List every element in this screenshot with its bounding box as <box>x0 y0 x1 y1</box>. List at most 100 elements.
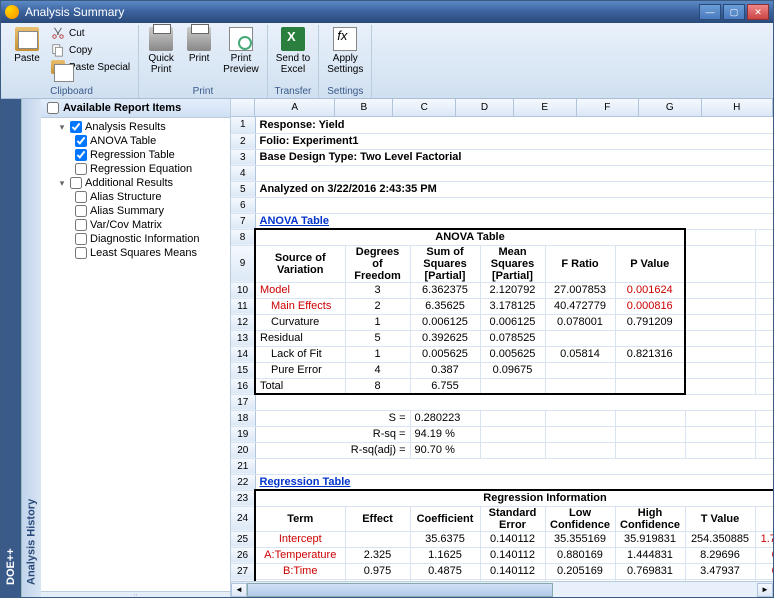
cell[interactable]: 0.005625 <box>410 346 480 362</box>
cell[interactable]: 6.755 <box>410 378 480 394</box>
cell[interactable] <box>345 531 410 547</box>
cell[interactable]: 0.140112 <box>480 531 545 547</box>
close-button[interactable]: ✕ <box>747 4 769 20</box>
cell[interactable]: 6.35625 <box>410 298 480 314</box>
cell[interactable]: 0.006125 <box>480 314 545 330</box>
cell[interactable] <box>685 245 755 282</box>
row-header[interactable]: 25 <box>231 531 255 547</box>
cell[interactable] <box>545 442 615 458</box>
cell[interactable] <box>685 314 755 330</box>
cell[interactable] <box>345 579 410 581</box>
cell[interactable] <box>255 458 773 474</box>
cell[interactable] <box>480 410 545 426</box>
row-header[interactable]: 5 <box>231 181 255 197</box>
cell[interactable]: 1.782652E-11 <box>755 531 773 547</box>
cell[interactable]: Folio: Experiment1 <box>255 133 773 149</box>
cell[interactable]: Main Effects <box>255 298 345 314</box>
row-header[interactable]: 14 <box>231 346 255 362</box>
cell[interactable] <box>615 362 685 378</box>
col-H[interactable]: H <box>702 99 773 116</box>
row-header[interactable]: 10 <box>231 282 255 298</box>
cell[interactable] <box>545 362 615 378</box>
cell[interactable]: 0.387 <box>410 362 480 378</box>
cell[interactable]: R-sq(adj) = <box>255 442 410 458</box>
cell[interactable] <box>685 378 755 394</box>
cell[interactable]: 90.70 % <box>410 442 480 458</box>
col-B[interactable]: B <box>335 99 393 116</box>
row-header[interactable]: 17 <box>231 394 255 410</box>
cb-regression-eq[interactable] <box>75 163 87 175</box>
cell[interactable] <box>755 442 773 458</box>
col-A[interactable]: A <box>255 99 335 116</box>
cell[interactable]: Regression Information <box>255 490 773 506</box>
cell[interactable]: Degrees of Freedom <box>345 245 410 282</box>
col-F[interactable]: F <box>577 99 640 116</box>
cell[interactable] <box>755 410 773 426</box>
cell[interactable]: 0.0525 <box>410 579 480 581</box>
apply-settings-button[interactable]: Apply Settings <box>323 25 367 77</box>
cut-button[interactable]: Cut <box>47 25 134 41</box>
row-header[interactable]: 9 <box>231 245 255 282</box>
cell[interactable]: 0.05814 <box>545 346 615 362</box>
cell[interactable] <box>755 346 773 362</box>
tree-additional-results[interactable]: ▾Additional Results <box>41 176 230 190</box>
row-header[interactable]: 22 <box>231 474 255 490</box>
cell[interactable]: 0.4875 <box>410 563 480 579</box>
maximize-button[interactable]: ▢ <box>723 4 745 20</box>
cb-lsm[interactable] <box>75 247 87 259</box>
cell[interactable]: Pure Error <box>255 362 345 378</box>
cell[interactable] <box>685 346 755 362</box>
cell[interactable]: 0.791209 <box>755 579 773 581</box>
cell[interactable] <box>255 394 773 410</box>
col-E[interactable]: E <box>514 99 577 116</box>
cell[interactable]: 0.140112 <box>480 563 545 579</box>
expand-icon[interactable]: ▾ <box>57 122 67 132</box>
row-header[interactable]: 27 <box>231 563 255 579</box>
cell[interactable]: Low Confidence <box>545 506 615 531</box>
cell[interactable]: Base Design Type: Two Level Factorial <box>255 149 773 165</box>
cell[interactable] <box>685 330 755 346</box>
cell[interactable]: High Confidence <box>615 506 685 531</box>
cell[interactable]: 0.392625 <box>410 330 480 346</box>
tree-anova-table[interactable]: ANOVA Table <box>41 134 230 148</box>
cell[interactable] <box>755 378 773 394</box>
cell[interactable]: 1 <box>345 314 410 330</box>
cell[interactable] <box>480 378 545 394</box>
analysis-history-tab[interactable]: Analysis History <box>21 99 41 597</box>
cell[interactable]: 35.919831 <box>615 531 685 547</box>
cell[interactable] <box>685 442 755 458</box>
cell[interactable]: 0.187979 <box>480 579 545 581</box>
cell[interactable]: 27.007853 <box>545 282 615 298</box>
cb-additional[interactable] <box>70 177 82 189</box>
row-header[interactable]: 4 <box>231 165 255 181</box>
cell[interactable]: -0.326287 <box>545 579 615 581</box>
tree-diagnostic-info[interactable]: Diagnostic Information <box>41 232 230 246</box>
cell[interactable]: 0.09675 <box>480 362 545 378</box>
horizontal-scrollbar[interactable]: ◄ ► <box>231 581 773 597</box>
row-header[interactable]: 21 <box>231 458 255 474</box>
row-header[interactable]: 1 <box>231 117 255 133</box>
cell[interactable]: ANOVA Table <box>255 213 773 229</box>
cell[interactable]: 254.350885 <box>685 531 755 547</box>
col-C[interactable]: C <box>393 99 456 116</box>
cell[interactable]: 0.975 <box>345 563 410 579</box>
row-header[interactable]: 6 <box>231 197 255 213</box>
cell[interactable] <box>545 426 615 442</box>
cell[interactable] <box>480 426 545 442</box>
cell[interactable]: R-sq = <box>255 426 410 442</box>
row-header[interactable]: 11 <box>231 298 255 314</box>
cell[interactable]: 35.6375 <box>410 531 480 547</box>
cb-anova[interactable] <box>75 135 87 147</box>
tree-analysis-results[interactable]: ▾Analysis Results <box>41 120 230 134</box>
cell[interactable]: Lack of Fit <box>255 346 345 362</box>
cell[interactable]: 94.19 % <box>410 426 480 442</box>
cell[interactable]: Curvature <box>255 314 345 330</box>
cell[interactable]: 2.325 <box>345 547 410 563</box>
cell[interactable]: 8 <box>345 378 410 394</box>
cell[interactable]: A:Temperature <box>255 547 345 563</box>
cell[interactable] <box>685 362 755 378</box>
print-preview-button[interactable]: Print Preview <box>219 25 263 77</box>
cell[interactable]: Effect <box>345 506 410 531</box>
cell[interactable]: 1.1625 <box>410 547 480 563</box>
scroll-left-button[interactable]: ◄ <box>231 583 247 597</box>
